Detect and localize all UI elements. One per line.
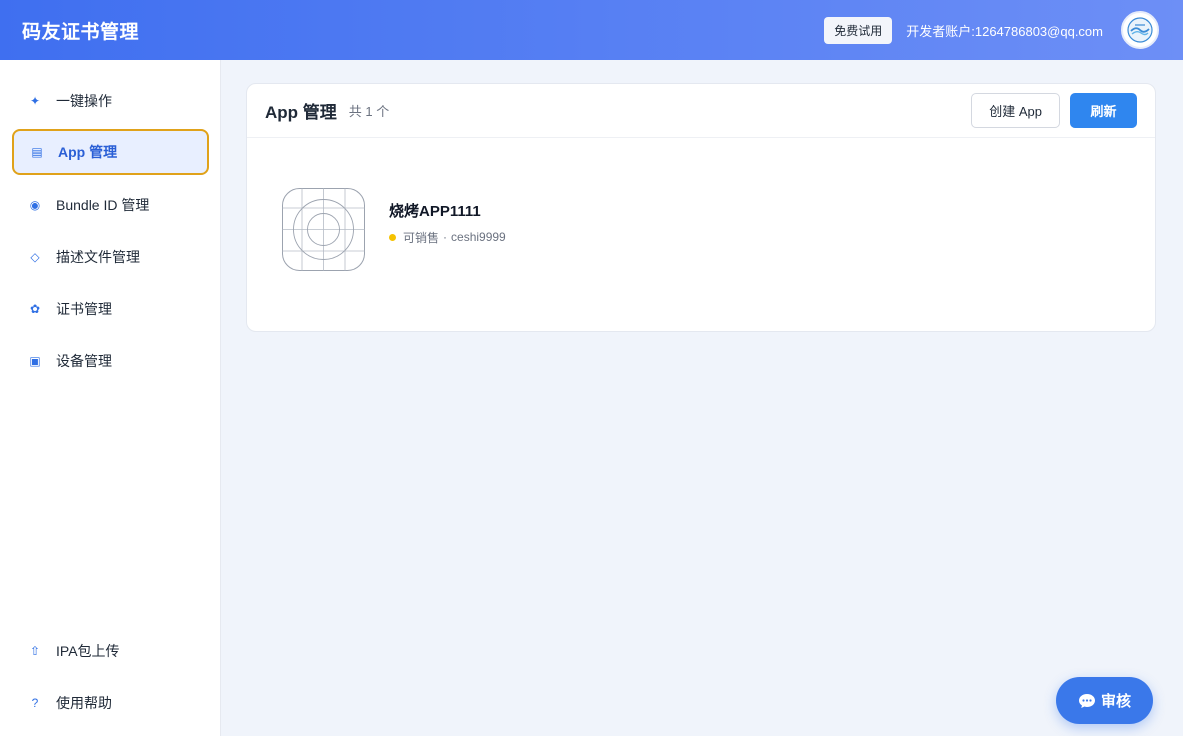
app-meta: 可销售 · ceshi9999 bbox=[389, 229, 506, 246]
brand-title: 码友证书管理 bbox=[22, 21, 140, 43]
card-actions: 创建 App 刷新 bbox=[971, 93, 1137, 128]
developer-account: 开发者账户:1264786803@qq.com bbox=[906, 23, 1103, 39]
logo-avatar-icon bbox=[1127, 17, 1153, 43]
sidebar-item-label: IPA包上传 bbox=[56, 643, 120, 659]
top-header: 码友证书管理 免费试用 开发者账户:1264786803@qq.com bbox=[0, 0, 1183, 60]
page-title: App 管理 bbox=[265, 103, 337, 122]
sidebar-item-label: 设备管理 bbox=[56, 353, 112, 369]
diamond-icon: ◇ bbox=[30, 250, 40, 264]
app-name: 烧烤APP1111 bbox=[389, 202, 481, 220]
flower-icon: ✿ bbox=[29, 302, 41, 316]
sidebar-item-label: 证书管理 bbox=[56, 301, 112, 317]
app-management-card: App 管理 共 1 个 创建 App 刷新 烧烤APP1111 可销售 · c… bbox=[246, 83, 1156, 332]
refresh-button[interactable]: 刷新 bbox=[1070, 93, 1137, 128]
target-icon: ◉ bbox=[29, 198, 41, 212]
review-fab-button[interactable]: 审核 bbox=[1056, 677, 1153, 724]
sidebar-item-devices[interactable]: ▣ 设备管理 bbox=[12, 338, 209, 384]
sidebar-item-label: 一键操作 bbox=[56, 93, 112, 109]
sidebar-item-label: 描述文件管理 bbox=[56, 249, 140, 265]
sidebar-item-label: App 管理 bbox=[58, 144, 118, 160]
sidebar-item-help[interactable]: ? 使用帮助 bbox=[12, 680, 209, 726]
sidebar-item-one-click[interactable]: ✦ 一键操作 bbox=[12, 78, 209, 124]
sidebar-item-app-management[interactable]: ▤ App 管理 bbox=[12, 129, 209, 175]
app-info: 烧烤APP1111 可销售 · ceshi9999 bbox=[389, 200, 506, 246]
sidebar-item-label: 使用帮助 bbox=[56, 695, 112, 711]
meta-separator: · bbox=[443, 230, 448, 244]
card-header: App 管理 共 1 个 创建 App 刷新 bbox=[247, 84, 1155, 138]
sidebar: ✦ 一键操作 ▤ App 管理 ◉ Bundle ID 管理 ◇ 描述文件管理 … bbox=[0, 60, 221, 736]
free-trial-button[interactable]: 免费试用 bbox=[824, 16, 893, 44]
list-icon: ▤ bbox=[31, 145, 43, 159]
header-right: 免费试用 开发者账户:1264786803@qq.com bbox=[824, 11, 1161, 49]
app-bundle: ceshi9999 bbox=[451, 230, 506, 244]
sidebar-item-label: Bundle ID 管理 bbox=[56, 197, 150, 213]
sparkle-icon: ✦ bbox=[29, 94, 41, 108]
create-app-button[interactable]: 创建 App bbox=[971, 93, 1060, 128]
list-item[interactable]: 烧烤APP1111 可销售 · ceshi9999 bbox=[282, 188, 506, 271]
question-icon: ? bbox=[31, 696, 39, 710]
device-icon: ▣ bbox=[29, 354, 41, 368]
sidebar-item-bundle-id[interactable]: ◉ Bundle ID 管理 bbox=[12, 182, 209, 228]
fab-label: 审核 bbox=[1100, 693, 1131, 710]
app-placeholder-icon bbox=[282, 188, 365, 271]
upload-icon: ⇧ bbox=[29, 644, 41, 658]
sidebar-item-profiles[interactable]: ◇ 描述文件管理 bbox=[12, 234, 209, 280]
sidebar-item-ipa-upload[interactable]: ⇧ IPA包上传 bbox=[12, 628, 209, 674]
chat-bubble-icon bbox=[1078, 693, 1096, 709]
avatar[interactable] bbox=[1121, 11, 1159, 49]
sidebar-item-certificates[interactable]: ✿ 证书管理 bbox=[12, 286, 209, 332]
status-dot bbox=[389, 233, 396, 241]
app-status: 可销售 bbox=[403, 230, 440, 245]
app-count: 共 1 个 bbox=[348, 104, 390, 119]
